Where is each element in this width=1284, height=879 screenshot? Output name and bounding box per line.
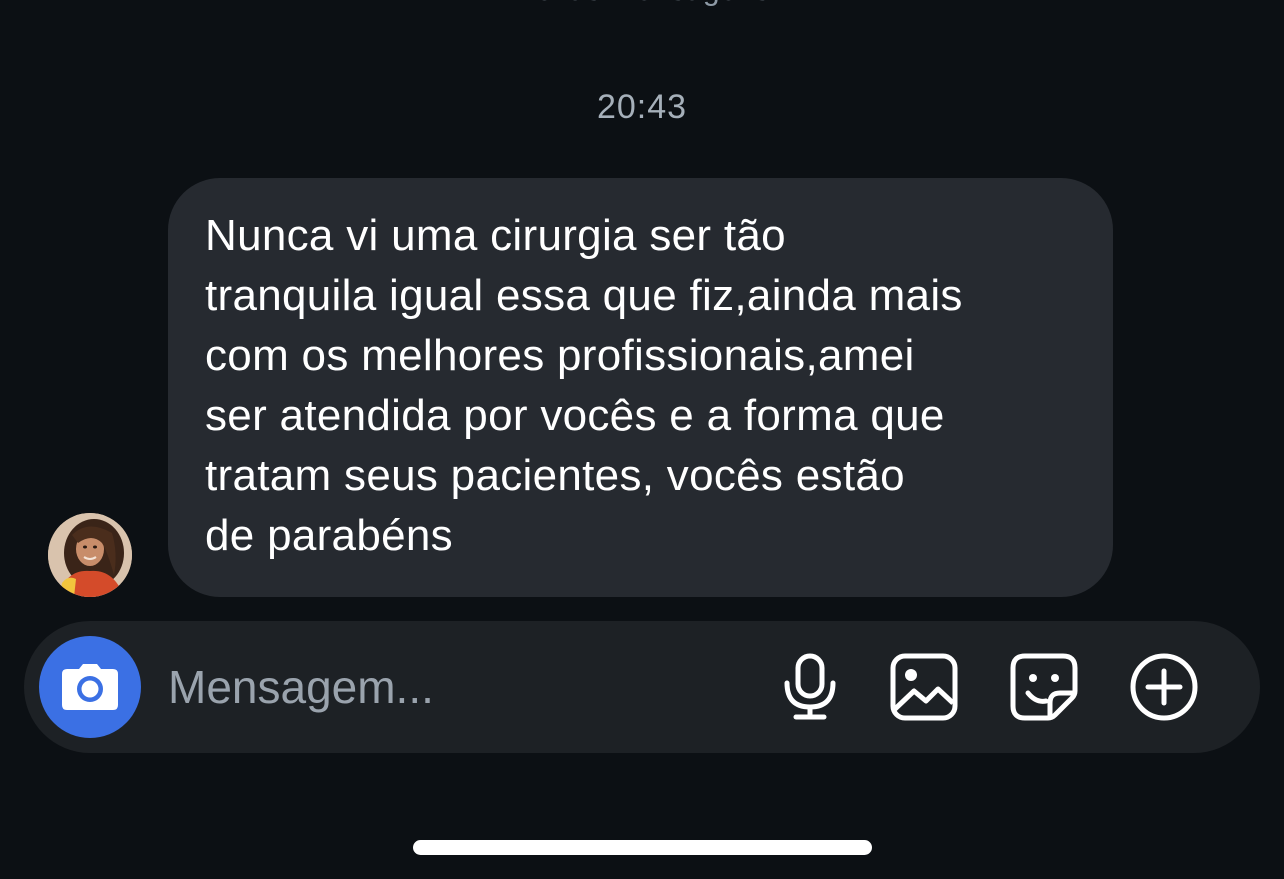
new-messages-label: Novas mensagens — [0, 0, 1284, 8]
camera-icon — [62, 664, 118, 710]
message-input[interactable] — [168, 655, 748, 719]
chat-screen: Novas mensagens 20:43 Nunca vi uma cirur… — [0, 0, 1284, 879]
plus-circle-icon — [1130, 653, 1198, 721]
microphone-button[interactable] — [774, 651, 846, 723]
microphone-icon — [784, 653, 836, 720]
camera-button[interactable] — [39, 636, 141, 738]
message-timestamp: 20:43 — [596, 88, 688, 126]
home-indicator[interactable] — [413, 840, 872, 855]
message-text: Nunca vi uma cirurgia ser tão tranquila … — [205, 211, 963, 560]
sticker-icon — [1010, 653, 1078, 721]
sender-avatar[interactable] — [48, 513, 132, 597]
avatar-photo-icon — [48, 513, 132, 597]
message-composer — [24, 621, 1260, 753]
image-icon — [890, 653, 958, 721]
more-button[interactable] — [1128, 651, 1200, 723]
message-bubble[interactable]: Nunca vi uma cirurgia ser tão tranquila … — [168, 178, 1113, 597]
sticker-button[interactable] — [1008, 651, 1080, 723]
gallery-button[interactable] — [888, 651, 960, 723]
